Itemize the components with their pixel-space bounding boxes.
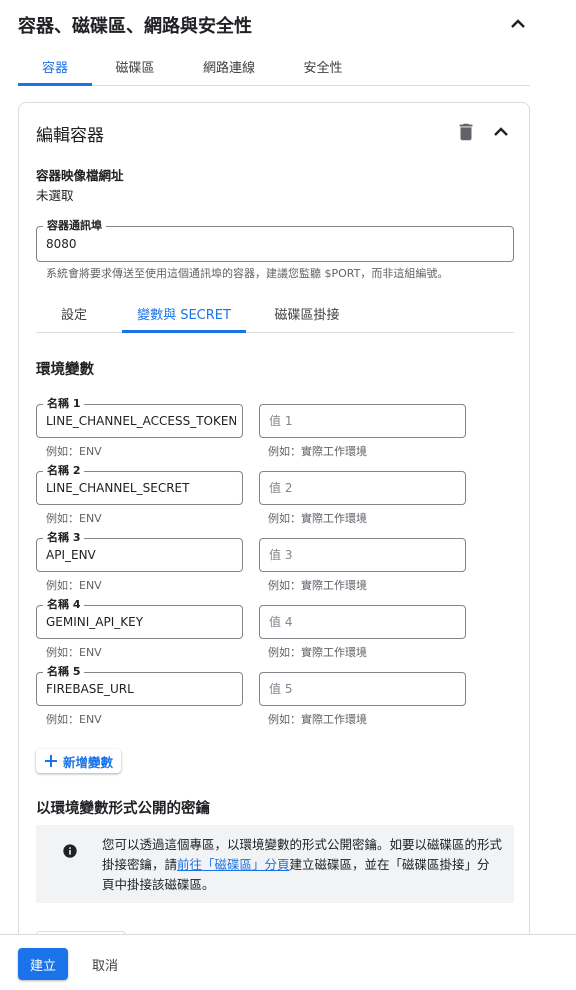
chevron-up-icon [494, 127, 508, 136]
trash-icon [459, 123, 473, 141]
create-button[interactable]: 建立 [18, 948, 68, 980]
env-value-input[interactable] [269, 539, 459, 571]
edit-container-card: 編輯容器 容器映像檔網址 未選取 容器通訊埠 系統會將要求傳送至使用這個通訊埠的… [18, 102, 530, 990]
env-value-field-5[interactable] [259, 672, 466, 706]
delete-container-button[interactable] [455, 121, 477, 143]
env-value-field-3[interactable] [259, 538, 466, 572]
image-url-value[interactable]: 未選取 [36, 185, 74, 204]
env-value-field-4[interactable] [259, 605, 466, 639]
env-value-hint: 例如：實際工作環境 [268, 713, 367, 726]
tab-networking[interactable]: 網路連線 [188, 48, 270, 85]
env-name-hint: 例如：ENV [46, 445, 102, 458]
secrets-title: 以環境變數形式公開的密鑰 [36, 801, 210, 817]
env-value-input[interactable] [269, 472, 459, 504]
container-port-input[interactable] [46, 227, 507, 261]
env-name-hint: 例如：ENV [46, 646, 102, 659]
tab-settings[interactable]: 設定 [36, 295, 112, 332]
tab-security[interactable]: 安全性 [288, 48, 358, 85]
env-name-input[interactable] [46, 539, 236, 571]
env-name-input[interactable] [46, 606, 236, 638]
env-value-hint: 例如：實際工作環境 [268, 646, 367, 659]
sub-tab-bar: 設定 變數與 SECRET 磁碟區掛接 [36, 295, 514, 333]
volumes-tab-link[interactable]: 前往「磁碟區」分頁 [177, 857, 290, 872]
env-name-input[interactable] [46, 472, 236, 504]
collapse-card-button[interactable] [489, 120, 513, 144]
plus-icon [45, 755, 57, 767]
cancel-button[interactable]: 取消 [82, 948, 128, 980]
top-tab-bar: 容器 磁碟區 網路連線 安全性 [18, 48, 530, 86]
env-name-hint: 例如：ENV [46, 512, 102, 525]
tab-volume-mounts[interactable]: 磁碟區掛接 [262, 295, 352, 332]
env-value-input[interactable] [269, 606, 459, 638]
env-name-field-5[interactable]: 名稱 5 [36, 665, 243, 706]
env-name-hint: 例如：ENV [46, 713, 102, 726]
info-icon [63, 844, 77, 858]
tab-containers[interactable]: 容器 [18, 48, 92, 86]
env-name-input[interactable] [46, 405, 236, 437]
env-value-hint: 例如：實際工作環境 [268, 445, 367, 458]
secrets-info-box: 您可以透過這個專區，以環境變數的形式公開密鑰。如要以磁碟區的形式掛接密鑰，請前往… [36, 825, 514, 903]
container-port-field[interactable]: 容器通訊埠 [36, 219, 514, 262]
add-variable-button[interactable]: 新增變數 [36, 749, 122, 773]
env-name-field-1[interactable]: 名稱 1 [36, 397, 243, 438]
secrets-info-text: 您可以透過這個專區，以環境變數的形式公開密鑰。如要以磁碟區的形式掛接密鑰，請前往… [102, 835, 502, 895]
card-title: 編輯容器 [36, 126, 104, 146]
tab-volumes[interactable]: 磁碟區 [100, 48, 170, 85]
env-vars-title: 環境變數 [36, 362, 94, 378]
tab-variables-secrets[interactable]: 變數與 SECRET [122, 295, 246, 333]
env-value-input[interactable] [269, 405, 459, 437]
section-header: 容器、磁碟區、網路與安全性 [18, 10, 530, 40]
collapse-section-button[interactable] [506, 12, 530, 36]
footer-bar: 建立 取消 [0, 934, 576, 990]
env-name-field-2[interactable]: 名稱 2 [36, 464, 243, 505]
env-value-input[interactable] [269, 673, 459, 705]
section-title: 容器、磁碟區、網路與安全性 [18, 16, 252, 37]
image-url-label: 容器映像檔網址 [36, 168, 124, 183]
env-name-hint: 例如：ENV [46, 579, 102, 592]
env-value-hint: 例如：實際工作環境 [268, 512, 367, 525]
env-value-field-1[interactable] [259, 404, 466, 438]
env-value-field-2[interactable] [259, 471, 466, 505]
container-port-hint: 系統會將要求傳送至使用這個通訊埠的容器，建議您監聽 $PORT，而非這組編號。 [46, 267, 449, 280]
chevron-up-icon [511, 19, 525, 28]
env-name-field-3[interactable]: 名稱 3 [36, 531, 243, 572]
env-name-field-4[interactable]: 名稱 4 [36, 598, 243, 639]
add-variable-label: 新增變數 [63, 754, 114, 770]
env-name-input[interactable] [46, 673, 236, 705]
env-value-hint: 例如：實際工作環境 [268, 579, 367, 592]
